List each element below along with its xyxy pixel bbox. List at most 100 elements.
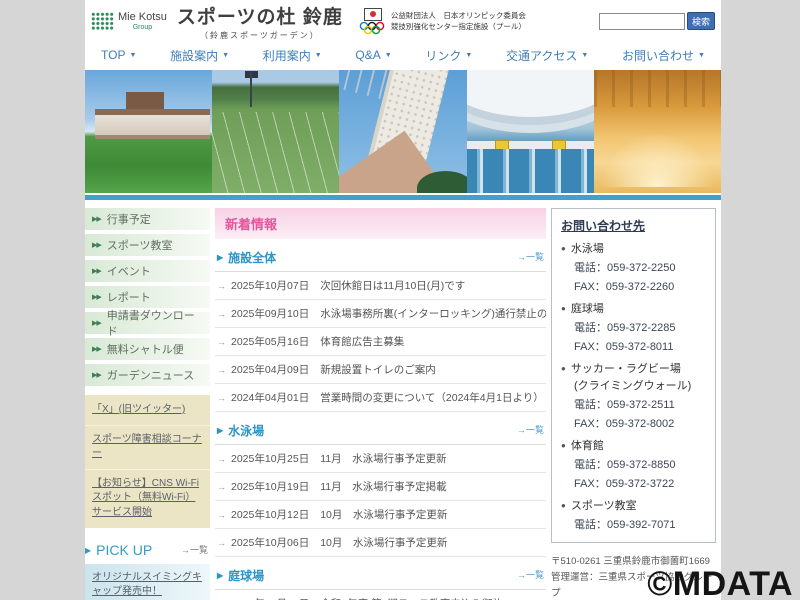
sidebar-item-free-shuttle[interactable]: ▶▶無料シャトル便 xyxy=(85,338,210,360)
section-header-swimming: ▶水泳場 →一覧 xyxy=(215,412,546,445)
header: Mie Kotsu Group スポーツの杜 鈴鹿 （鈴鹿スポーツガーデン） xyxy=(85,0,721,40)
chevron-down-icon: ▼ xyxy=(698,52,705,59)
hero-photo-gymnasium xyxy=(594,70,721,193)
nav-item-access[interactable]: 交通アクセス▼ xyxy=(506,47,588,64)
japan-flag-icon xyxy=(364,8,382,21)
news-item[interactable]: →2025年10月07日次回休館日は11月10日(月)です xyxy=(215,272,546,300)
left-sidebar: ▶▶行事予定 ▶▶スポーツ教室 ▶▶イベント ▶▶レポート ▶▶申請書ダウンロー… xyxy=(85,208,210,600)
mie-kotsu-logo[interactable]: Mie Kotsu Group xyxy=(91,12,167,31)
contact-tel: 電話：059-372-8850 xyxy=(574,456,706,472)
arrow-right-icon: → xyxy=(217,538,226,548)
section-header-tennis: ▶庭球場 →一覧 xyxy=(215,557,546,590)
contact-sub: (クライミングウォール) xyxy=(574,377,706,393)
news-item[interactable]: →2024年04月01日営業時間の変更について（2024年4月1日より） xyxy=(215,384,546,412)
sidebar-item-application-download[interactable]: ▶▶申請書ダウンロード xyxy=(85,312,210,334)
hero-banner xyxy=(85,70,721,193)
news-item[interactable]: →2025年10月06日10月 水泳場行事予定更新 xyxy=(215,529,546,557)
news-item[interactable]: →2025年10月12日10月 水泳場行事予定更新 xyxy=(215,501,546,529)
hero-photo-soccer-rugby-field xyxy=(85,70,212,193)
bullet-icon: ● xyxy=(561,441,566,450)
contact-tel: 電話：059-372-2511 xyxy=(574,396,706,412)
page: Mie Kotsu Group スポーツの杜 鈴鹿 （鈴鹿スポーツガーデン） xyxy=(0,0,800,600)
news-item[interactable]: →2025年09月29日令和7年度 第3期テニス教室申込み御礼 xyxy=(215,590,546,600)
arrow-right-icon: → xyxy=(217,482,226,492)
arrow-right-icon: → xyxy=(217,454,226,464)
search-box: 検索 xyxy=(599,12,715,30)
chevron-down-icon: ▼ xyxy=(315,52,322,59)
arrow-right-icon: → xyxy=(217,337,226,347)
pickup-title: ▶PICK UP xyxy=(85,542,152,558)
nav-item-qa[interactable]: Q&A▼ xyxy=(355,48,391,62)
contact-entry-gym: ●体育館 電話：059-372-8850 FAX：059-372-3722 xyxy=(561,437,706,491)
pickup-header: ▶PICK UP →一覧 xyxy=(85,542,208,558)
hero-photo-indoor-pool xyxy=(467,70,594,193)
olympic-mark xyxy=(359,8,386,35)
chevron-down-icon: ▼ xyxy=(222,52,229,59)
sidebar-link-sports-injury[interactable]: スポーツ障害相談コーナー xyxy=(85,426,210,470)
double-triangle-icon: ▶▶ xyxy=(92,267,101,275)
sidebar-item-reports[interactable]: ▶▶レポート xyxy=(85,286,210,308)
right-sidebar: お問い合わせ先 ●水泳場 電話：059-372-2250 FAX：059-372… xyxy=(551,208,716,600)
main-nav: TOP▼ 施設案内▼ 利用案内▼ Q&A▼ リンク▼ 交通アクセス▼ お問い合わ… xyxy=(85,40,721,70)
mie-kotsu-dots-icon xyxy=(91,12,114,30)
triangle-right-icon: ▶ xyxy=(217,571,223,580)
group-sub: Group xyxy=(118,24,167,31)
hero-photo-tennis-courts xyxy=(212,70,339,193)
pickup-item-swim-cap[interactable]: オリジナルスイミングキャップ発売中！ xyxy=(85,564,210,600)
sidebar-item-garden-news[interactable]: ▶▶ガーデンニュース xyxy=(85,364,210,386)
group-name: Mie Kotsu xyxy=(118,12,167,23)
contact-tel: 電話：059-392-7071 xyxy=(574,516,706,532)
contact-fax: FAX：059-372-3722 xyxy=(574,475,706,491)
news-item[interactable]: →2025年05月16日体育館広告主募集 xyxy=(215,328,546,356)
triangle-right-icon: ▶ xyxy=(85,546,91,555)
double-triangle-icon: ▶▶ xyxy=(92,319,101,327)
nav-item-guide[interactable]: 利用案内▼ xyxy=(263,47,322,64)
joc-certification: 公益財団法人 日本オリンピック委員会 競技別強化センター指定施設（プール） xyxy=(359,8,526,35)
site-title: スポーツの杜 鈴鹿 xyxy=(177,2,343,29)
bullet-icon: ● xyxy=(561,501,566,510)
news-item[interactable]: →2025年04月09日新規設置トイレのご案内 xyxy=(215,356,546,384)
hero-photo-climbing-wall xyxy=(339,70,466,193)
contact-tel: 電話：059-372-2250 xyxy=(574,259,706,275)
search-input[interactable] xyxy=(599,13,685,30)
chevron-down-icon: ▼ xyxy=(385,52,392,59)
sidebar-link-wifi-notice[interactable]: 【お知らせ】CNS Wi-Fi スポット（無料Wi-Fi）サービス開始 xyxy=(85,470,210,528)
sidebar-link-x-twitter[interactable]: 「X」(旧ツイッター) xyxy=(85,396,210,426)
nav-item-facilities[interactable]: 施設案内▼ xyxy=(170,47,229,64)
search-button[interactable]: 検索 xyxy=(687,12,715,30)
bullet-icon: ● xyxy=(561,364,566,373)
double-triangle-icon: ▶▶ xyxy=(92,345,101,353)
contact-entry-classes: ●スポーツ教室 電話：059-392-7071 xyxy=(561,497,706,532)
nav-item-top[interactable]: TOP▼ xyxy=(101,48,136,62)
double-triangle-icon: ▶▶ xyxy=(92,371,101,379)
more-link[interactable]: →一覧 xyxy=(517,423,544,436)
content-area: ▶▶行事予定 ▶▶スポーツ教室 ▶▶イベント ▶▶レポート ▶▶申請書ダウンロー… xyxy=(85,200,721,600)
bullet-icon: ● xyxy=(561,244,566,253)
contact-box: お問い合わせ先 ●水泳場 電話：059-372-2250 FAX：059-372… xyxy=(551,208,716,543)
nav-item-contact[interactable]: お問い合わせ▼ xyxy=(622,47,705,64)
news-item[interactable]: →2025年10月25日11月 水泳場行事予定更新 xyxy=(215,445,546,473)
more-link[interactable]: →一覧 xyxy=(517,568,544,581)
sidebar-item-events[interactable]: ▶▶イベント xyxy=(85,260,210,282)
pickup-more-link[interactable]: →一覧 xyxy=(181,543,208,556)
section-header-all-facilities: ▶施設全体 →一覧 xyxy=(215,239,546,272)
double-triangle-icon: ▶▶ xyxy=(92,241,101,249)
news-item[interactable]: →2025年09月10日水泳場事務所裏(インターロッキング)通行禁止のお知らせ xyxy=(215,300,546,328)
arrow-right-icon: → xyxy=(217,281,226,291)
contact-fax: FAX：059-372-2260 xyxy=(574,278,706,294)
triangle-right-icon: ▶ xyxy=(217,426,223,435)
chevron-down-icon: ▼ xyxy=(581,52,588,59)
sidebar-item-sports-classes[interactable]: ▶▶スポーツ教室 xyxy=(85,234,210,256)
news-item[interactable]: →2025年10月19日11月 水泳場行事予定掲載 xyxy=(215,473,546,501)
olympic-rings-icon xyxy=(359,21,386,35)
more-link[interactable]: →一覧 xyxy=(517,250,544,263)
mdata-watermark: ©MDATA xyxy=(647,565,793,600)
contact-entry-soccer-rugby: ●サッカー・ラグビー場 (クライミングウォール) 電話：059-372-2511… xyxy=(561,360,706,431)
sidebar-item-events-schedule[interactable]: ▶▶行事予定 xyxy=(85,208,210,230)
double-triangle-icon: ▶▶ xyxy=(92,293,101,301)
site-title-block[interactable]: スポーツの杜 鈴鹿 （鈴鹿スポーツガーデン） xyxy=(177,2,343,41)
nav-item-links[interactable]: リンク▼ xyxy=(425,47,472,64)
arrow-right-icon: → xyxy=(217,365,226,375)
triangle-right-icon: ▶ xyxy=(217,253,223,262)
site-subtitle: （鈴鹿スポーツガーデン） xyxy=(177,30,343,41)
